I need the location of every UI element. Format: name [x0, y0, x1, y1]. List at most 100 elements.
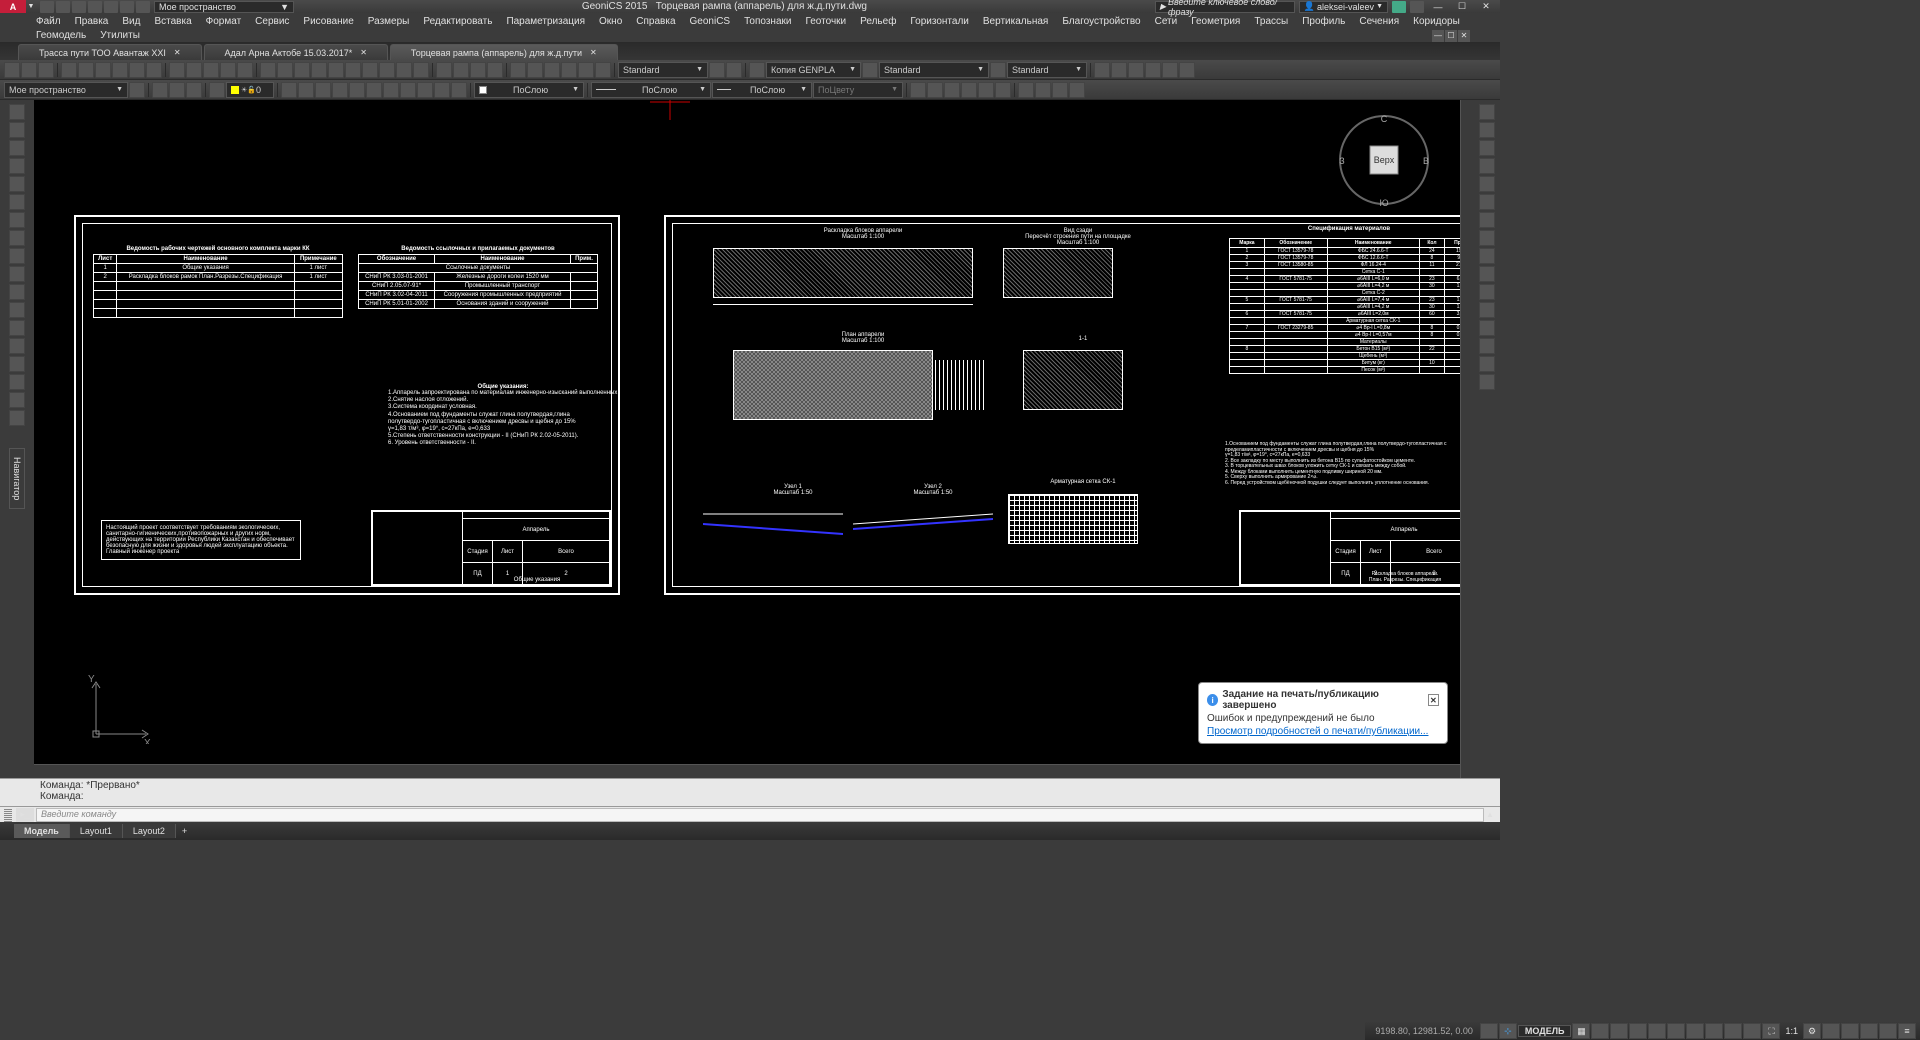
tb-btn[interactable] — [146, 62, 162, 78]
tb-btn[interactable] — [910, 82, 926, 98]
tb-btn[interactable] — [277, 62, 293, 78]
tb-btn[interactable] — [38, 62, 54, 78]
tb-btn[interactable] — [726, 62, 742, 78]
menu-item[interactable]: Вставка — [148, 15, 197, 28]
tb-btn[interactable] — [990, 62, 1006, 78]
menu-item[interactable]: Вид — [116, 15, 146, 28]
wipeout-icon[interactable] — [9, 374, 25, 390]
tablestyle-combo[interactable]: Standard▼ — [879, 62, 989, 78]
qat-saveas-icon[interactable] — [88, 1, 102, 13]
drag-handle-icon[interactable] — [4, 808, 12, 822]
add-layout-button[interactable]: + — [176, 824, 193, 838]
fillet-icon[interactable] — [1479, 248, 1495, 264]
tab-model[interactable]: Модель — [14, 824, 70, 838]
search-input[interactable]: ▶ Введите ключевое слово/фразу — [1155, 1, 1295, 13]
user-account[interactable]: 👤 aleksei-valeev ▼ — [1299, 1, 1388, 13]
rectangle-icon[interactable] — [9, 176, 25, 192]
tb-btn[interactable] — [1179, 62, 1195, 78]
ucs-icon[interactable]: Y X — [86, 674, 156, 744]
tb-btn[interactable] — [1069, 82, 1085, 98]
point-icon[interactable] — [9, 266, 25, 282]
qat-open-icon[interactable] — [56, 1, 70, 13]
qat-save-icon[interactable] — [72, 1, 86, 13]
sb-clean-icon[interactable] — [1879, 1023, 1897, 1039]
tb-btn[interactable] — [436, 62, 452, 78]
sb-iso-icon[interactable] — [1860, 1023, 1878, 1039]
ellipse-icon[interactable] — [9, 212, 25, 228]
menu-item[interactable]: Сети — [1149, 15, 1184, 28]
tb-btn[interactable] — [21, 62, 37, 78]
tb-btn[interactable] — [78, 62, 94, 78]
menu-item[interactable]: GeoniCS — [684, 15, 737, 28]
sb-ws-icon[interactable]: ⚙ — [1803, 1023, 1821, 1039]
mirror-icon[interactable] — [1479, 158, 1495, 174]
mdi-restore[interactable]: ☐ — [1445, 30, 1457, 42]
table-icon[interactable] — [9, 302, 25, 318]
sb-custom-icon[interactable]: ≡ — [1898, 1023, 1916, 1039]
tb-btn[interactable] — [749, 62, 765, 78]
tb-btn[interactable] — [298, 82, 314, 98]
lineweight-combo[interactable]: ПоСлою▼ — [712, 82, 812, 98]
tb-btn[interactable] — [510, 62, 526, 78]
menu-item[interactable]: Правка — [69, 15, 115, 28]
close-button[interactable]: ✕ — [1476, 1, 1496, 13]
tb-btn[interactable] — [1145, 62, 1161, 78]
menu-item[interactable]: Трассы — [1248, 15, 1294, 28]
qat-redo-icon[interactable] — [136, 1, 150, 13]
stretch-icon[interactable] — [1479, 194, 1495, 210]
tb-btn[interactable] — [413, 62, 429, 78]
move-icon[interactable] — [1479, 104, 1495, 120]
sb-grid-icon[interactable]: ▦ — [1572, 1023, 1590, 1039]
tb-btn[interactable] — [544, 62, 560, 78]
tb-btn[interactable] — [129, 62, 145, 78]
tb-btn[interactable] — [1128, 62, 1144, 78]
mdi-close[interactable]: ✕ — [1458, 30, 1470, 42]
menu-item[interactable]: Сечения — [1353, 15, 1405, 28]
erase-icon[interactable] — [1479, 320, 1495, 336]
menu-item[interactable]: Геометрия — [1185, 15, 1246, 28]
menu-item[interactable]: Сервис — [249, 15, 295, 28]
menu-item[interactable]: Формат — [200, 15, 248, 28]
tb-btn[interactable] — [595, 62, 611, 78]
tab-layout2[interactable]: Layout2 — [123, 824, 176, 838]
sb-monitor-icon[interactable] — [1822, 1023, 1840, 1039]
qat-new-icon[interactable] — [40, 1, 54, 13]
close-icon[interactable]: ✕ — [360, 48, 367, 57]
maximize-button[interactable]: ☐ — [1452, 1, 1472, 13]
tb-btn[interactable] — [944, 82, 960, 98]
workspace-combo[interactable]: Мое пространство ▼ — [154, 1, 294, 13]
exchange-icon[interactable] — [1392, 1, 1406, 13]
tb-btn[interactable] — [927, 82, 943, 98]
circle-icon[interactable] — [9, 140, 25, 156]
scrollbar-horizontal[interactable] — [34, 764, 1460, 778]
tb-btn[interactable] — [1035, 82, 1051, 98]
tb-btn[interactable] — [400, 82, 416, 98]
notification-details-link[interactable]: Просмотр подробностей о печати/публикаци… — [1207, 726, 1439, 737]
tb-btn[interactable] — [4, 62, 20, 78]
polygon-icon[interactable] — [9, 194, 25, 210]
sb-btn[interactable]: ⊹ — [1499, 1023, 1517, 1039]
tab-layout1[interactable]: Layout1 — [70, 824, 123, 838]
tb-btn[interactable] — [186, 82, 202, 98]
mtext-icon[interactable] — [9, 320, 25, 336]
tb-btn[interactable] — [315, 82, 331, 98]
menu-item[interactable]: Благоустройство — [1056, 15, 1146, 28]
mline-icon[interactable] — [9, 392, 25, 408]
tb-btn[interactable] — [470, 62, 486, 78]
minimize-button[interactable]: — — [1428, 1, 1448, 13]
tb-btn[interactable] — [1094, 62, 1110, 78]
sb-sc-icon[interactable] — [1743, 1023, 1761, 1039]
recent-commands-icon[interactable]: ▲ — [1484, 810, 1496, 819]
menu-geomodel[interactable]: Геомодель — [30, 29, 92, 42]
tb-btn[interactable] — [129, 82, 145, 98]
close-icon[interactable]: ✕ — [590, 48, 597, 57]
navigator-panel-tab[interactable]: Навигатор — [9, 448, 25, 509]
layer-state-combo[interactable]: ☀🔓 0 — [226, 82, 274, 98]
plotstyle-combo[interactable]: ПоЦвету▼ — [813, 82, 903, 98]
hatch-icon[interactable] — [9, 248, 25, 264]
tb-btn[interactable] — [95, 62, 111, 78]
sb-ortho-icon[interactable] — [1610, 1023, 1628, 1039]
sb-snap-icon[interactable] — [1591, 1023, 1609, 1039]
tb-btn[interactable] — [527, 62, 543, 78]
command-input[interactable]: Введите команду — [36, 808, 1484, 822]
